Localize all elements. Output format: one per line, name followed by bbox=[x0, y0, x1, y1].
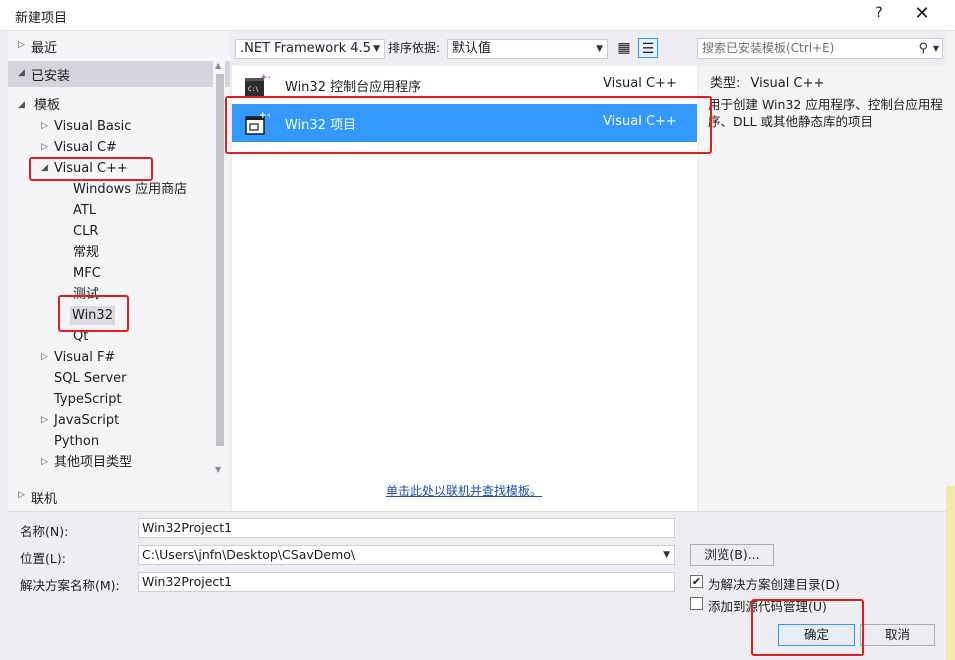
scroll-up-icon[interactable]: ▲ bbox=[215, 61, 221, 70]
template-name: Win32 项目 bbox=[285, 118, 357, 133]
location-input[interactable]: C:\Users\jnfn\Desktop\CSavDemo\ ▼ bbox=[138, 545, 675, 565]
sort-label: 排序依据: bbox=[388, 41, 441, 55]
section-recent[interactable]: ▷ 最近 bbox=[8, 33, 230, 59]
solution-name-label: 解决方案名称(M): bbox=[20, 578, 120, 593]
expand-arrow-icon: ▷ bbox=[18, 40, 25, 50]
search-icon[interactable]: ⚲ bbox=[918, 39, 928, 58]
tree-item-visual-cpp[interactable]: Visual C++ bbox=[54, 159, 128, 178]
tree-item-win32[interactable]: Win32 bbox=[70, 306, 115, 325]
grid-view-icon[interactable]: ▦ bbox=[614, 38, 634, 58]
template-row-win32-console[interactable]: C:\ ++ Win32 控制台应用程序 Visual C++ bbox=[232, 66, 697, 104]
expand-arrow-icon[interactable]: ▷ bbox=[41, 348, 48, 367]
chevron-down-icon[interactable]: ▼ bbox=[663, 546, 670, 564]
console-app-icon: C:\ ++ bbox=[245, 73, 270, 96]
close-button[interactable]: ✕ bbox=[911, 3, 933, 24]
template-name: Win32 控制台应用程序 bbox=[285, 80, 422, 95]
type-label: 类型: bbox=[710, 76, 741, 91]
template-category-panel: ▷ 最近 ◢ 已安装 ◢ 模板 ▷ Visual Basic ▷ Visual … bbox=[8, 31, 230, 511]
framework-select[interactable]: .NET Framework 4.5 ▼ bbox=[235, 39, 385, 59]
ok-button[interactable]: 确定 bbox=[778, 624, 855, 646]
project-settings-form: 名称(N): Win32Project1 位置(L): C:\Users\jnf… bbox=[8, 511, 946, 660]
tree-item-sql-server[interactable]: SQL Server bbox=[54, 369, 127, 388]
expand-arrow-icon: ▷ bbox=[18, 490, 25, 500]
location-label: 位置(L): bbox=[20, 551, 66, 566]
template-row-win32-project[interactable]: ++ Win32 项目 Visual C++ bbox=[232, 104, 697, 142]
tree-item-test[interactable]: 测试 bbox=[73, 285, 99, 304]
collapse-arrow-icon[interactable]: ◢ bbox=[18, 96, 25, 115]
add-source-control-label: 添加到源代码管理(U) bbox=[708, 599, 827, 614]
template-language: Visual C++ bbox=[603, 76, 677, 91]
svg-text:++: ++ bbox=[259, 111, 270, 121]
tree-item-templates[interactable]: 模板 bbox=[34, 96, 60, 115]
section-installed[interactable]: ◢ 已安装 bbox=[8, 61, 230, 87]
search-placeholder: 搜索已安装模板(Ctrl+E) bbox=[702, 41, 835, 55]
section-installed-label: 已安装 bbox=[31, 69, 71, 84]
template-toolbar: .NET Framework 4.5 ▼ 排序依据: 默认值 ▼ ▦ ☰ 搜索已… bbox=[230, 31, 946, 65]
cancel-button[interactable]: 取消 bbox=[860, 624, 935, 646]
expand-arrow-icon[interactable]: ▷ bbox=[41, 453, 48, 472]
tree-item-atl[interactable]: ATL bbox=[73, 201, 96, 220]
add-source-control-checkbox[interactable] bbox=[690, 597, 703, 610]
tree-item-clr[interactable]: CLR bbox=[73, 222, 98, 241]
scrollbar-thumb[interactable] bbox=[216, 74, 224, 446]
svg-text:C:\: C:\ bbox=[248, 86, 259, 93]
section-online-label: 联机 bbox=[31, 492, 58, 507]
create-directory-label: 为解决方案创建目录(D) bbox=[708, 577, 840, 592]
create-directory-checkbox[interactable]: ✔ bbox=[690, 575, 703, 588]
tree-scrollbar[interactable]: ▲ ▼ bbox=[213, 60, 225, 482]
project-name-input[interactable]: Win32Project1 bbox=[138, 518, 675, 538]
help-button[interactable]: ? bbox=[868, 5, 890, 21]
template-list: C:\ ++ Win32 控制台应用程序 Visual C++ ++ Win32… bbox=[232, 66, 697, 511]
tree-item-visual-csharp[interactable]: Visual C# bbox=[54, 138, 117, 157]
template-description: 用于创建 Win32 应用程序、控制台应用程序、DLL 或其他静态库的项目 bbox=[708, 97, 943, 129]
collapse-arrow-icon: ◢ bbox=[18, 68, 25, 78]
chevron-down-icon[interactable]: ▼ bbox=[933, 39, 939, 58]
search-templates-input[interactable]: 搜索已安装模板(Ctrl+E) ⚲ ▼ bbox=[697, 38, 943, 59]
tree-item-typescript[interactable]: TypeScript bbox=[54, 390, 122, 409]
framework-value: .NET Framework 4.5 bbox=[240, 41, 371, 56]
browse-button[interactable]: 浏览(B)... bbox=[690, 544, 774, 566]
tree-item-other-project-types[interactable]: 其他项目类型 bbox=[54, 453, 132, 472]
solution-name-input[interactable]: Win32Project1 bbox=[138, 572, 675, 592]
win32-project-icon: ++ bbox=[245, 111, 270, 135]
expand-arrow-icon[interactable]: ▷ bbox=[41, 117, 48, 136]
template-details-panel: 类型: Visual C++ 用于创建 Win32 应用程序、控制台应用程序、D… bbox=[698, 66, 946, 511]
tree-item-mfc[interactable]: MFC bbox=[73, 264, 101, 283]
tree-item-javascript[interactable]: JavaScript bbox=[54, 411, 119, 430]
expand-arrow-icon[interactable]: ▷ bbox=[41, 138, 48, 157]
name-label: 名称(N): bbox=[20, 524, 69, 539]
tree-item-qt[interactable]: Qt bbox=[73, 327, 88, 346]
find-online-templates-link[interactable]: 单击此处以联机并查找模板。 bbox=[386, 482, 542, 499]
sort-select[interactable]: 默认值 ▼ bbox=[447, 39, 608, 59]
tree-item-python[interactable]: Python bbox=[54, 432, 99, 451]
type-value: Visual C++ bbox=[750, 76, 825, 91]
svg-text:++: ++ bbox=[260, 73, 270, 83]
chevron-down-icon: ▼ bbox=[373, 44, 380, 54]
background-window-edge bbox=[946, 31, 955, 660]
sort-value: 默认值 bbox=[452, 41, 492, 56]
template-language: Visual C++ bbox=[603, 114, 677, 129]
tree-item-visual-basic[interactable]: Visual Basic bbox=[54, 117, 131, 136]
section-online[interactable]: ▷ 联机 bbox=[8, 485, 230, 509]
scroll-down-icon[interactable]: ▼ bbox=[215, 465, 221, 474]
title-bar: 新建项目 ? ✕ bbox=[0, 0, 955, 31]
collapse-arrow-icon[interactable]: ◢ bbox=[41, 159, 48, 178]
chevron-down-icon: ▼ bbox=[596, 44, 603, 54]
list-view-icon[interactable]: ☰ bbox=[638, 38, 658, 58]
template-type: 类型: Visual C++ bbox=[710, 72, 824, 91]
expand-arrow-icon[interactable]: ▷ bbox=[41, 411, 48, 430]
tree-item-general[interactable]: 常规 bbox=[73, 243, 99, 262]
window-title: 新建项目 bbox=[15, 11, 68, 26]
location-value: C:\Users\jnfn\Desktop\CSavDemo\ bbox=[142, 547, 356, 562]
tree-item-visual-fsharp[interactable]: Visual F# bbox=[54, 348, 115, 367]
tree-item-windows-store[interactable]: Windows 应用商店 bbox=[73, 180, 187, 199]
section-recent-label: 最近 bbox=[31, 41, 58, 56]
